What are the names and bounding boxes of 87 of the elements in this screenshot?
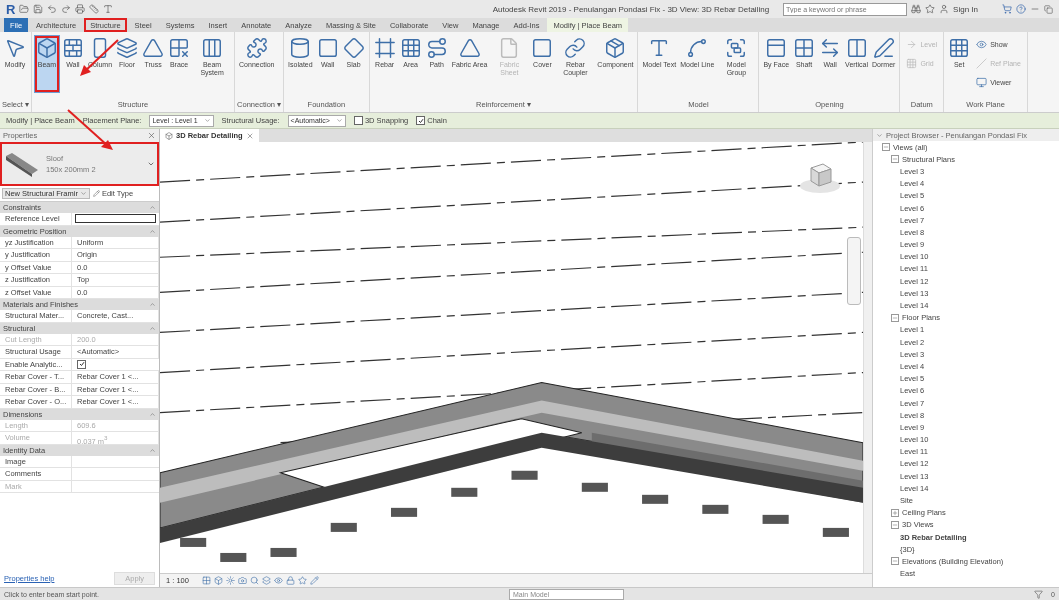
grid-icon [906,58,918,69]
filter-icon [1034,589,1044,599]
caret-icon [147,160,155,168]
pencil-icon [309,576,319,585]
layers-icon [116,37,139,59]
beam-preview-icon [4,150,40,178]
printer-icon [75,4,86,14]
columns-icon [845,37,868,59]
collapse-icon [149,324,156,332]
eye-icon [273,576,283,585]
layers-icon [261,576,271,585]
cube-icon [213,576,223,585]
caret-icon [203,117,211,124]
grid-icon [201,576,211,585]
star-icon [925,4,936,14]
lock-icon [285,576,295,585]
ruler-icon [89,4,100,14]
collapse-icon [149,410,156,418]
cube-icon [165,131,173,140]
view-cube-icon[interactable] [799,160,841,194]
app-logo[interactable]: R [6,1,16,17]
restore-icon [1044,4,1053,14]
link-icon [564,37,587,59]
user-icon [939,4,950,14]
monitor-icon [976,77,988,88]
folder-icon [19,4,30,14]
expand-icon[interactable] [891,508,899,517]
arrow-icon [906,39,918,50]
cursor-icon [4,37,26,59]
collapse-icon [149,301,156,308]
navigation-bar[interactable] [847,237,861,305]
columns-icon [201,37,224,59]
panel-icon [765,37,788,59]
grid-icon [399,37,422,59]
collapse-icon[interactable] [891,313,899,322]
package-icon [604,37,627,59]
pen-icon [872,37,895,59]
brick-wall-icon [61,37,84,59]
crossed-grid-icon [168,37,191,59]
caret-icon [876,131,883,139]
save-icon [33,4,44,14]
sun-icon [225,576,235,585]
cylinder-icon [289,37,312,59]
binoculars-icon [911,4,922,14]
group-icon [725,37,748,59]
collapse-icon[interactable] [882,143,890,152]
cart-icon [1002,4,1012,14]
triangle-icon [458,37,481,59]
redo-icon [61,4,72,14]
close-icon [147,131,156,140]
search-icon [249,576,259,585]
camera-icon [237,576,247,585]
star-icon [297,576,307,585]
collapse-icon [149,446,156,454]
undo-icon [47,4,58,14]
collapse-icon[interactable] [891,155,899,164]
collapse-icon [149,204,156,211]
annotation-arrow [80,39,119,76]
eye-icon [976,39,988,50]
collapse-icon[interactable] [891,520,899,529]
beam-icon [35,37,58,59]
sign-in-link[interactable]: Sign In [953,4,978,14]
scroll-bar[interactable] [863,142,872,573]
checked-checkbox[interactable] [77,359,86,369]
slash-icon [976,58,988,69]
curve-icon [686,37,709,59]
pencil-icon [92,190,100,197]
help-icon [1016,4,1026,14]
close-icon [245,131,254,140]
square-icon [531,37,554,59]
collapse-icon[interactable] [891,557,899,566]
grid-icon [793,37,816,59]
puzzle-icon [245,37,268,59]
checkbox[interactable] [353,116,363,125]
letter-icon [103,4,114,14]
square-icon [316,37,339,59]
grid-icon [948,37,971,59]
diamond-icon [342,37,365,59]
caret-icon [79,190,87,197]
collapse-icon [149,227,156,235]
value-field[interactable] [75,214,156,224]
triangle-icon [142,37,165,59]
frame-icon [373,37,396,59]
caret-icon [335,117,343,124]
route-icon [425,37,448,59]
checked-checkbox[interactable] [416,116,426,125]
window-title: Autodesk Revit 2019 - Penulangan Pondasi Fix - 3D View: 3D Rebar Detailing [491,4,771,14]
